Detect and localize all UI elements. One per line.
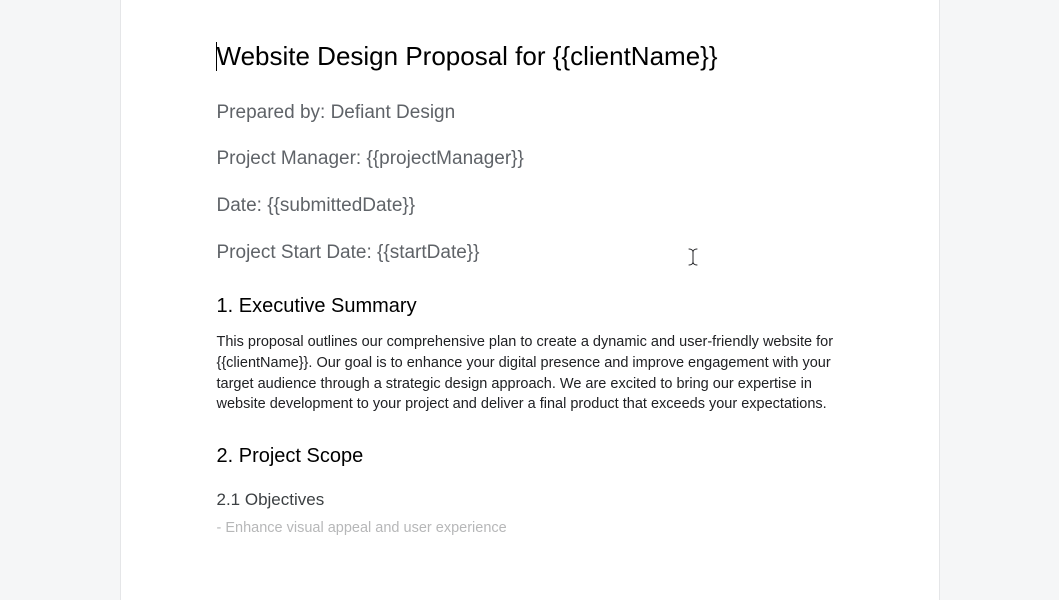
- subsection-heading-objectives[interactable]: 2.1 Objectives: [217, 490, 843, 510]
- meta-start-date[interactable]: Project Start Date: {{startDate}}: [217, 241, 843, 266]
- meta-project-manager[interactable]: Project Manager: {{projectManager}}: [217, 147, 843, 172]
- objectives-bullet-1[interactable]: - Enhance visual appeal and user experie…: [217, 520, 843, 536]
- exec-summary-body[interactable]: This proposal outlines our comprehensive…: [217, 332, 843, 415]
- document-page: Website Design Proposal for {{clientName…: [120, 0, 940, 600]
- meta-date[interactable]: Date: {{submittedDate}}: [217, 194, 843, 219]
- section-heading-exec-summary[interactable]: 1. Executive Summary: [217, 295, 843, 318]
- document-title[interactable]: Website Design Proposal for {{clientName…: [217, 40, 843, 73]
- section-heading-scope[interactable]: 2. Project Scope: [217, 445, 843, 468]
- meta-prepared-by[interactable]: Prepared by: Defiant Design: [217, 101, 843, 126]
